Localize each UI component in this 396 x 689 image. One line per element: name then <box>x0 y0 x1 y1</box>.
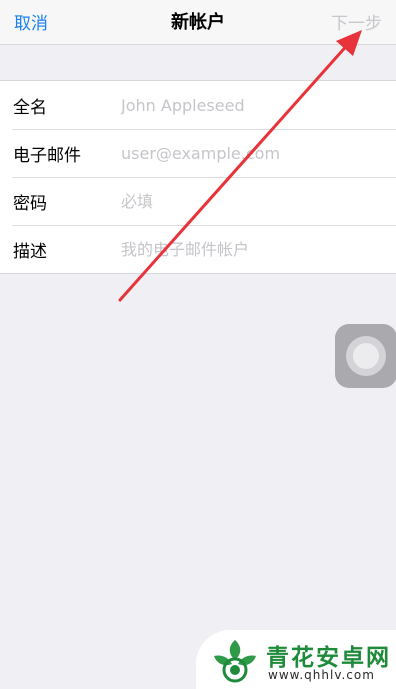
assistive-touch-icon[interactable] <box>335 324 396 388</box>
watermark-url: www.qhhlv.com <box>268 668 375 682</box>
description-label: 描述 <box>13 241 47 262</box>
watermark: 青花安卓网 www.qhhlv.com <box>196 630 396 689</box>
password-label: 密码 <box>13 193 47 214</box>
qinghua-logo-icon <box>214 640 256 683</box>
full-name-label: 全名 <box>13 97 47 118</box>
next-button[interactable]: 下一步 <box>331 9 382 34</box>
assistive-touch-dot <box>353 343 379 369</box>
email-label: 电子邮件 <box>13 145 81 166</box>
form-row-full-name[interactable]: 全名 <box>0 81 396 129</box>
email-input[interactable] <box>121 138 396 168</box>
account-form: 全名 电子邮件 密码 描述 <box>0 80 396 274</box>
watermark-name: 青花安卓网 <box>266 645 391 671</box>
full-name-input[interactable] <box>121 90 396 120</box>
form-row-email[interactable]: 电子邮件 <box>0 129 396 177</box>
navigation-bar: 取消 新帐户 下一步 <box>0 0 396 45</box>
form-row-password[interactable]: 密码 <box>0 177 396 225</box>
password-input[interactable] <box>121 186 396 216</box>
description-input[interactable] <box>121 234 396 264</box>
form-row-description[interactable]: 描述 <box>0 225 396 273</box>
